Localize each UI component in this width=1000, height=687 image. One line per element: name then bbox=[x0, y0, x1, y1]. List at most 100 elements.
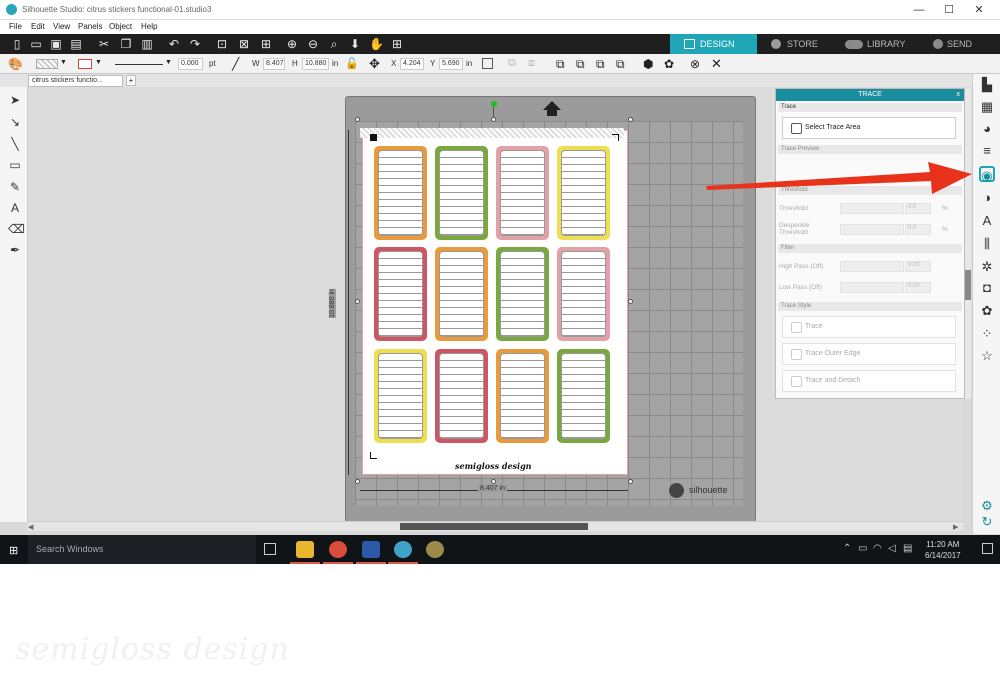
menu-object[interactable]: Object bbox=[109, 22, 132, 31]
replicate-icon[interactable]: ✲ bbox=[979, 259, 995, 275]
width-input[interactable]: 8.407 bbox=[263, 58, 285, 70]
taskbar-clock[interactable]: 11:20 AM 6/14/2017 bbox=[925, 539, 961, 561]
action-center-icon[interactable] bbox=[982, 543, 993, 554]
print-icon[interactable]: ▤ bbox=[69, 37, 83, 51]
knife-tool-icon[interactable]: ✒ bbox=[8, 243, 22, 257]
paste-icon[interactable]: ▥ bbox=[140, 37, 154, 51]
close-button[interactable]: ✕ bbox=[965, 2, 993, 18]
page-setup-icon[interactable]: ▙ bbox=[979, 77, 995, 93]
sticker-label[interactable] bbox=[557, 349, 610, 443]
text-style-icon[interactable]: A bbox=[979, 213, 995, 229]
new-file-icon[interactable]: ▯ bbox=[10, 37, 24, 51]
windows-start-icon[interactable]: ⊞ bbox=[9, 544, 18, 557]
copy-icon[interactable]: ❐ bbox=[119, 37, 133, 51]
delete-icon[interactable]: ✕ bbox=[711, 56, 722, 72]
select-arrow-icon[interactable]: ➤ bbox=[8, 93, 22, 107]
modify-icon[interactable]: ◘ bbox=[979, 280, 995, 296]
despeckle-input[interactable]: 0.0 bbox=[905, 224, 931, 235]
task-view-icon[interactable] bbox=[264, 543, 276, 555]
resize-handle-bottom-left[interactable] bbox=[355, 479, 360, 484]
high-pass-input[interactable]: 0.00 bbox=[905, 261, 931, 272]
resize-handle-top[interactable] bbox=[491, 117, 496, 122]
x-position-input[interactable]: 4.204 bbox=[400, 58, 424, 70]
tab-library[interactable]: LIBRARY bbox=[837, 34, 917, 54]
fill-pattern-icon[interactable]: ⬢ bbox=[643, 57, 653, 71]
image-effects-icon[interactable]: ◑ bbox=[979, 190, 995, 206]
trace-panel-scrollbar[interactable] bbox=[965, 88, 971, 399]
deselect-icon[interactable]: ⊠ bbox=[237, 37, 251, 51]
y-position-input[interactable]: 5.690 bbox=[439, 58, 463, 70]
sticker-label[interactable] bbox=[557, 247, 610, 341]
height-input[interactable]: 10.880 bbox=[302, 58, 329, 70]
undo-icon[interactable]: ↶ bbox=[167, 37, 181, 51]
resize-handle-top-left[interactable] bbox=[355, 117, 360, 122]
cut-icon[interactable]: ✂ bbox=[97, 37, 111, 51]
sticker-label[interactable] bbox=[374, 247, 427, 341]
keyboard-icon[interactable]: ▤ bbox=[903, 543, 912, 554]
despeckle-slider[interactable] bbox=[840, 224, 904, 235]
zoom-select-icon[interactable]: ⌕ bbox=[327, 37, 341, 51]
sticker-label[interactable] bbox=[496, 146, 549, 240]
taskbar-search[interactable]: Search Windows bbox=[28, 535, 256, 564]
silhouette-taskbar-icon[interactable] bbox=[394, 541, 412, 558]
add-document-tab-button[interactable]: + bbox=[126, 75, 136, 86]
send-settings-icon[interactable]: ▦ bbox=[979, 99, 995, 115]
zoom-in-icon[interactable]: ⊕ bbox=[285, 37, 299, 51]
wifi-icon[interactable]: ◠ bbox=[873, 543, 882, 554]
menu-help[interactable]: Help bbox=[141, 22, 157, 31]
line-style-icon[interactable]: ≡ bbox=[979, 143, 995, 159]
pan-hand-icon[interactable]: ✋ bbox=[369, 37, 384, 51]
palette-icon[interactable]: 🎨 bbox=[8, 57, 23, 71]
volume-icon[interactable]: ◁ bbox=[888, 543, 896, 554]
ungroup-icon[interactable]: ⧈ bbox=[528, 57, 535, 70]
tray-up-icon[interactable]: ⌃ bbox=[843, 543, 851, 554]
eraser-tool-icon[interactable]: ⌫ bbox=[8, 222, 25, 236]
resize-handle-bottom[interactable] bbox=[491, 479, 496, 484]
settings-gear-icon[interactable]: ⚙ bbox=[979, 498, 995, 514]
pencil-tool-icon[interactable]: ✎ bbox=[8, 180, 22, 194]
group-icon[interactable]: ⧉ bbox=[508, 57, 516, 70]
sticker-label[interactable] bbox=[557, 146, 610, 240]
menu-edit[interactable]: Edit bbox=[31, 22, 45, 31]
bring-to-front-icon[interactable]: ⧉ bbox=[556, 57, 565, 72]
low-pass-slider[interactable] bbox=[840, 282, 904, 293]
menu-panels[interactable]: Panels bbox=[78, 22, 102, 31]
line-color-swatch[interactable] bbox=[78, 59, 92, 69]
flower-icon[interactable]: ✿ bbox=[664, 57, 674, 71]
line-width-input[interactable]: 0.000 bbox=[178, 58, 203, 70]
powershell-icon[interactable] bbox=[362, 541, 380, 558]
threshold-input[interactable]: 0.0 bbox=[905, 203, 931, 214]
high-pass-slider[interactable] bbox=[840, 261, 904, 272]
bring-forward-icon[interactable]: ⧉ bbox=[596, 57, 605, 72]
line-tool-icon[interactable]: ╱ bbox=[232, 57, 239, 71]
resize-handle-bottom-right[interactable] bbox=[628, 479, 633, 484]
sticker-label[interactable] bbox=[435, 247, 488, 341]
reference-point-icon[interactable] bbox=[482, 58, 493, 69]
file-explorer-icon[interactable] bbox=[296, 541, 314, 558]
horizontal-scrollbar[interactable]: ◀ ▶ bbox=[28, 521, 963, 531]
sticker-label[interactable] bbox=[435, 146, 488, 240]
sticker-label[interactable] bbox=[435, 349, 488, 443]
redo-icon[interactable]: ↷ bbox=[188, 37, 202, 51]
menu-view[interactable]: View bbox=[53, 22, 70, 31]
document-tab[interactable]: citrus stickers functio... bbox=[28, 75, 123, 87]
sticker-label[interactable] bbox=[496, 247, 549, 341]
rectangle-tool-icon[interactable]: ▭ bbox=[8, 158, 22, 172]
resize-handle-left[interactable] bbox=[355, 299, 360, 304]
menu-file[interactable]: File bbox=[9, 22, 22, 31]
offset-icon[interactable]: ✿ bbox=[979, 303, 995, 319]
line-color-dropdown-icon[interactable]: ▼ bbox=[95, 59, 102, 66]
chrome-icon[interactable] bbox=[329, 541, 347, 558]
add-page-icon[interactable]: ⊞ bbox=[390, 37, 404, 51]
fill-color-icon[interactable]: ◕ bbox=[979, 121, 995, 137]
low-pass-input[interactable]: 0.00 bbox=[905, 282, 931, 293]
open-folder-icon[interactable]: ▭ bbox=[29, 37, 43, 51]
trace-outer-edge-button[interactable]: Trace Outer Edge bbox=[782, 343, 956, 365]
resize-handle-right[interactable] bbox=[628, 299, 633, 304]
trace-and-detach-button[interactable]: Trace and Detach bbox=[782, 370, 956, 392]
select-by-color-icon[interactable]: ⊞ bbox=[259, 37, 273, 51]
save-icon[interactable]: ▣ bbox=[49, 37, 63, 51]
threshold-slider[interactable] bbox=[840, 203, 904, 214]
select-all-icon[interactable]: ⊡ bbox=[215, 37, 229, 51]
fill-color-swatch[interactable] bbox=[36, 59, 58, 69]
